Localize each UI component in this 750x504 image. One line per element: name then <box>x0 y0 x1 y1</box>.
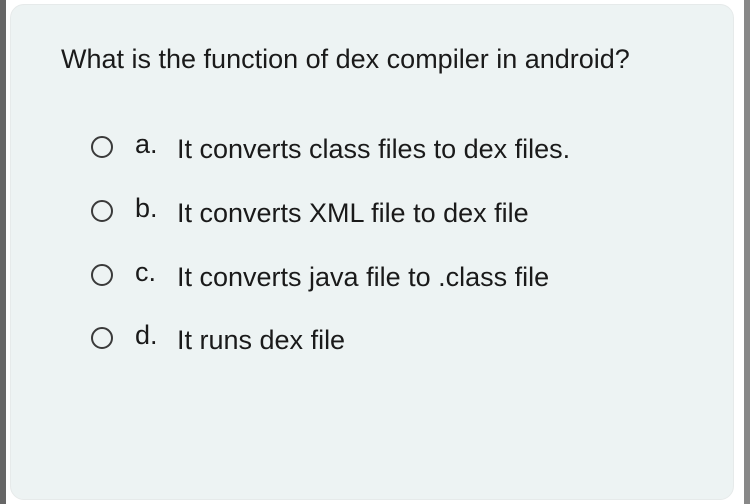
radio-icon[interactable] <box>91 136 113 158</box>
radio-icon[interactable] <box>91 327 113 349</box>
option-b[interactable]: b. It converts XML file to dex file <box>91 193 683 235</box>
option-letter: c. <box>135 257 177 288</box>
radio-icon[interactable] <box>91 264 113 286</box>
option-text: It converts XML file to dex file <box>177 193 529 235</box>
option-c[interactable]: c. It converts java file to .class file <box>91 257 683 299</box>
option-a[interactable]: a. It converts class files to dex files. <box>91 129 683 171</box>
option-d[interactable]: d. It runs dex file <box>91 320 683 362</box>
option-text: It converts class files to dex files. <box>177 129 570 171</box>
right-edge-decoration <box>744 0 750 504</box>
question-card: What is the function of dex compiler in … <box>10 4 734 500</box>
options-list: a. It converts class files to dex files.… <box>61 129 683 362</box>
option-text: It runs dex file <box>177 320 345 362</box>
option-letter: d. <box>135 320 177 351</box>
option-letter: a. <box>135 129 177 160</box>
option-text: It converts java file to .class file <box>177 257 549 299</box>
question-card-frame: What is the function of dex compiler in … <box>6 0 744 504</box>
radio-icon[interactable] <box>91 200 113 222</box>
option-letter: b. <box>135 193 177 224</box>
question-text: What is the function of dex compiler in … <box>61 39 683 81</box>
